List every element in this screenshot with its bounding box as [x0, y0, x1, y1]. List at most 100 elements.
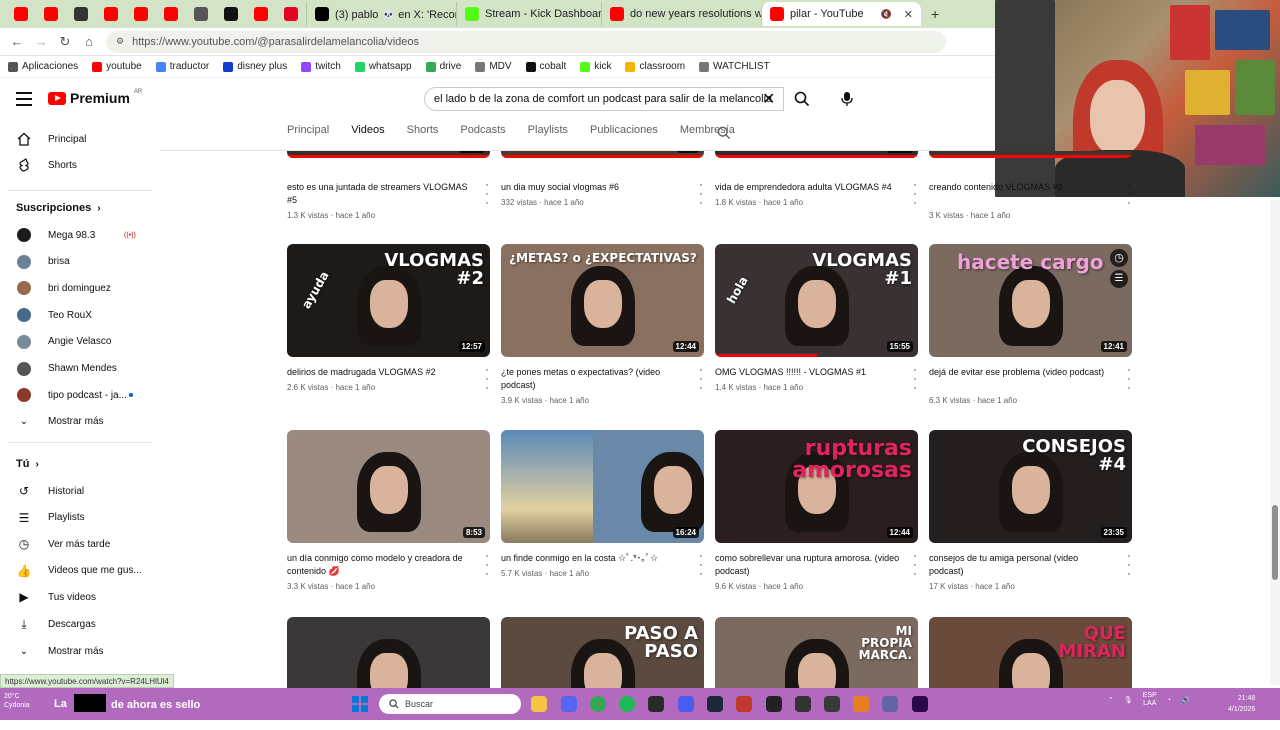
- video-thumbnail[interactable]: 16:24: [501, 430, 704, 543]
- more-options-icon[interactable]: · · ·: [912, 551, 918, 580]
- show-more-button-2[interactable]: ⌄ Mostrar más: [0, 638, 150, 664]
- sidebar-subscription[interactable]: Shawn Mendes: [0, 356, 150, 382]
- tab-principal[interactable]: Principal: [287, 124, 329, 146]
- video-thumbnail[interactable]: VLOGMAS #1 hola 15:55: [715, 244, 918, 357]
- bookmark-item[interactable]: kick: [580, 61, 611, 72]
- bookmark-item[interactable]: traductor: [155, 61, 209, 72]
- volume-icon[interactable]: 🔊: [1181, 696, 1190, 704]
- sidebar-item-your-videos[interactable]: ▶ Tus videos: [0, 584, 150, 610]
- app-icon[interactable]: [824, 696, 840, 712]
- you-heading[interactable]: Tú ›: [16, 458, 39, 470]
- sidebar-item-watch-later[interactable]: ◷ Ver más tarde: [0, 531, 150, 557]
- pinterest-tab-icon[interactable]: [284, 7, 298, 21]
- back-icon[interactable]: ←: [10, 34, 24, 49]
- mute-icon[interactable]: 🔇: [881, 9, 892, 20]
- bookmark-item[interactable]: whatsapp: [354, 61, 412, 72]
- video-title[interactable]: un día conmigo como modelo y creadora de…: [287, 552, 472, 578]
- video-thumbnail[interactable]: CONSEJOS #4 23:35: [929, 430, 1132, 543]
- video-title[interactable]: vida de emprendedora adulta VLOGMAS #4: [715, 181, 900, 194]
- more-options-icon[interactable]: · · ·: [912, 180, 918, 209]
- spotify-icon[interactable]: [619, 696, 635, 712]
- forward-icon[interactable]: →: [34, 34, 48, 49]
- video-thumbnail[interactable]: ¿METAS? o ¿EXPECTATIVAS? 12:44: [501, 244, 704, 357]
- url-field[interactable]: ⚙ https://www.youtube.com/@parasalirdela…: [106, 30, 946, 53]
- video-title[interactable]: OMG VLOGMAS !!!!!! - VLOGMAS #1: [715, 366, 900, 379]
- search-input[interactable]: el lado b de la zona de comfort un podca…: [424, 87, 784, 111]
- video-title[interactable]: delirios de madrugada VLOGMAS #2: [287, 366, 472, 379]
- new-tab-button[interactable]: +: [931, 6, 939, 22]
- obs-icon[interactable]: [648, 696, 664, 712]
- sidebar-subscription[interactable]: Angie Velasco: [0, 329, 150, 355]
- channel-search-icon[interactable]: [717, 126, 731, 145]
- steam-icon[interactable]: [707, 696, 723, 712]
- youtube-tab-icon[interactable]: [164, 7, 178, 21]
- tab-x[interactable]: (3) pablo 💀 en X: 'Recomend...': [306, 2, 456, 26]
- chrome-icon[interactable]: [590, 696, 606, 712]
- teams-icon[interactable]: [882, 696, 898, 712]
- youtube-tab-icon[interactable]: [104, 7, 118, 21]
- tab-podcasts[interactable]: Podcasts: [460, 124, 505, 146]
- tab-publicaciones[interactable]: Publicaciones: [590, 124, 658, 146]
- close-icon[interactable]: ✕: [904, 8, 913, 21]
- sidebar-item-history[interactable]: ↺ Historial: [0, 478, 150, 504]
- tab-shorts[interactable]: Shorts: [407, 124, 439, 146]
- sidebar-item-like[interactable]: 👍 Videos que me gus...: [0, 558, 150, 584]
- show-more-button[interactable]: ⌄ Mostrar más: [0, 408, 150, 434]
- video-title[interactable]: como sobrellevar una ruptura amorosa. (v…: [715, 552, 900, 578]
- bookmark-item[interactable]: drive: [425, 61, 461, 72]
- windows-start-icon[interactable]: [352, 696, 368, 717]
- app-icon[interactable]: [678, 696, 694, 712]
- video-title[interactable]: creando contenido VLOGMAS #3: [929, 181, 1114, 194]
- sidebar-item-download[interactable]: ⤓ Descargas: [0, 611, 150, 637]
- menu-icon[interactable]: [16, 92, 32, 106]
- app-icon[interactable]: [853, 696, 869, 712]
- more-options-icon[interactable]: · · ·: [698, 365, 704, 394]
- sidebar-subscription[interactable]: tipo podcast - ja...: [0, 382, 150, 408]
- discord-icon[interactable]: [561, 696, 577, 712]
- weather-widget[interactable]: 20°C Cydonia: [4, 692, 30, 710]
- taskbar-clock[interactable]: 21:48 4/1/2026: [1228, 693, 1255, 715]
- video-title[interactable]: un finde conmigo en la costa ☆ﾟ.*･｡ﾟ☆: [501, 552, 686, 565]
- add-to-queue-icon[interactable]: ☰: [1110, 270, 1128, 288]
- youtube-tab-icon[interactable]: [14, 7, 28, 21]
- video-thumbnail[interactable]: hacete cargo 12:41 ◷ ☰: [929, 244, 1132, 357]
- bookmark-item[interactable]: MDV: [475, 61, 512, 72]
- wifi-icon[interactable]: ◔: [1167, 697, 1171, 704]
- youtube-tab-icon[interactable]: [134, 7, 148, 21]
- bookmark-item[interactable]: cobalt: [525, 61, 566, 72]
- video-thumbnail[interactable]: VLOGMAS #2 ayuda 12:57: [287, 244, 490, 357]
- pinned-tab-icon[interactable]: [74, 7, 88, 21]
- scroll-thumb[interactable]: [1272, 505, 1278, 580]
- sidebar-item-shorts[interactable]: Shorts: [0, 152, 150, 178]
- more-options-icon[interactable]: · · ·: [698, 180, 704, 209]
- more-options-icon[interactable]: · · ·: [484, 551, 490, 580]
- tab-kick[interactable]: Stream - Kick Dashboard 🔇 ✕: [456, 2, 601, 26]
- tab-youtube-video[interactable]: do new years resolutions work...: [601, 2, 761, 26]
- video-title[interactable]: ¿te pones metas o expectativas? (video p…: [501, 366, 686, 392]
- tab-videos[interactable]: Videos: [351, 124, 386, 154]
- video-thumbnail[interactable]: 8:53: [287, 430, 490, 543]
- bookmark-item[interactable]: Aplicaciones: [8, 61, 78, 72]
- app-icon[interactable]: [766, 696, 782, 712]
- premiere-icon[interactable]: [912, 696, 928, 712]
- sidebar-item-principal[interactable]: Principal: [0, 126, 150, 152]
- video-title[interactable]: consejos de tu amiga personal (video pod…: [929, 552, 1114, 578]
- video-title[interactable]: esto es una juntada de streamers VLOGMAS…: [287, 181, 472, 207]
- bookmark-item[interactable]: WATCHLIST: [699, 61, 770, 72]
- bookmark-item[interactable]: twitch: [301, 61, 341, 72]
- more-options-icon[interactable]: · · ·: [1126, 180, 1132, 209]
- pinned-tab-icon[interactable]: [224, 7, 238, 21]
- youtube-logo[interactable]: Premium AR: [48, 89, 142, 106]
- mic-tray-icon[interactable]: 🎙: [1124, 696, 1133, 704]
- sidebar-subscription[interactable]: Mega 98.3 ((•)): [0, 222, 150, 248]
- sidebar-item-playlists[interactable]: ☰ Playlists: [0, 505, 150, 531]
- search-button[interactable]: [786, 87, 818, 111]
- sidebar-subscription[interactable]: bri dominguez: [0, 275, 150, 301]
- bookmark-item[interactable]: youtube: [92, 61, 142, 72]
- more-options-icon[interactable]: · · ·: [912, 365, 918, 394]
- notion-icon[interactable]: [795, 696, 811, 712]
- video-title[interactable]: un dia muy social vlogmas #6: [501, 181, 686, 194]
- voice-search-button[interactable]: [836, 87, 858, 111]
- video-thumbnail[interactable]: rupturas amorosas 12:44: [715, 430, 918, 543]
- page-scrollbar[interactable]: [1270, 200, 1280, 685]
